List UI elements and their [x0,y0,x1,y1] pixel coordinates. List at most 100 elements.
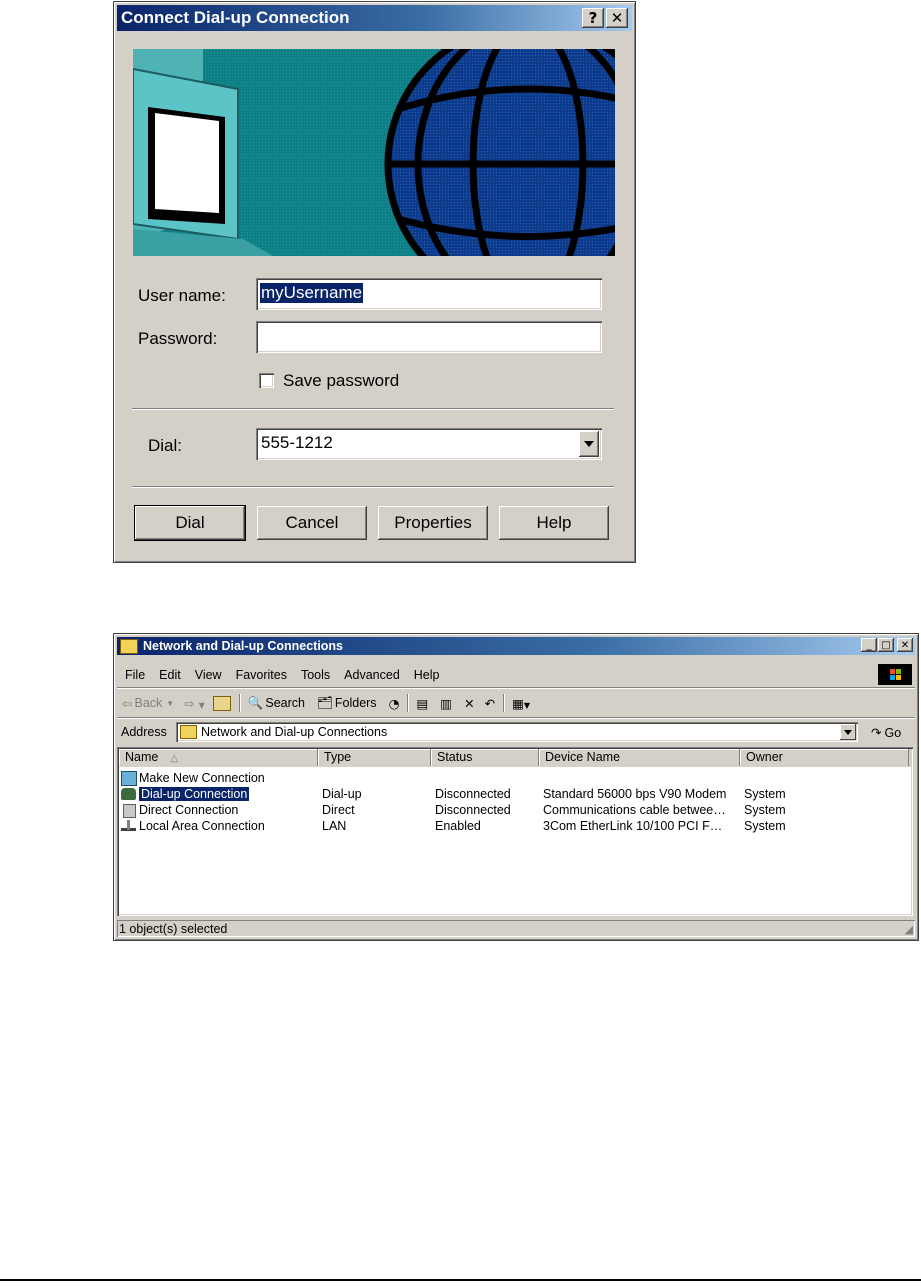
explorer-titlebar[interactable]: Network and Dial-up Connections _ □ ✕ [117,637,915,655]
dialog-separator [132,408,614,410]
dialog-separator-2 [132,486,614,488]
windows-logo-icon [878,664,912,685]
address-value: Network and Dial-up Connections [201,725,388,739]
folder-icon [180,725,197,739]
row-owner: System [744,787,786,801]
dialog-title: Connect Dial-up Connection [121,8,350,27]
row-status: Disconnected [435,803,511,817]
menu-advanced[interactable]: Advanced [344,668,400,682]
back-button[interactable]: ⇦ Back ▼ [122,696,174,711]
direct-cable-icon [123,804,136,818]
cancel-button[interactable]: Cancel [257,506,367,540]
go-label: Go [884,725,902,740]
menu-file[interactable]: File [125,668,145,682]
row-owner: System [744,819,786,833]
col-device-name[interactable]: Device Name [539,749,740,766]
folders-button[interactable]: 🗂 Folders [317,695,377,711]
row-status: Enabled [435,819,481,833]
col-name[interactable]: Name △ [119,749,318,766]
row-type: LAN [322,819,347,833]
copy-to-icon[interactable]: ▥ [440,696,452,711]
dial-button[interactable]: Dial [134,505,246,541]
username-field[interactable]: myUsername [256,278,602,310]
connections-list[interactable]: Name △ Type Status Device Name Owner Make… [117,747,913,916]
username-value: myUsername [260,283,364,303]
folder-icon [120,638,138,654]
row-status: Disconnected [435,787,511,801]
resize-grip-icon[interactable]: ◢ [905,923,913,936]
help-icon[interactable]: ? [582,8,604,28]
menu-edit[interactable]: Edit [159,668,181,682]
back-arrow-icon: ⇦ [122,695,133,711]
new-connection-icon [121,771,137,786]
history-icon[interactable]: ◔ [389,696,400,711]
go-arrow-icon: ↷ [871,725,882,740]
undo-icon[interactable]: ↶ [485,696,495,711]
sort-ascending-icon: △ [170,753,179,764]
col-owner[interactable]: Owner [740,749,909,766]
address-field[interactable]: Network and Dial-up Connections [176,722,858,742]
search-label: Search [265,696,305,710]
properties-button[interactable]: Properties [378,506,488,540]
close-icon[interactable]: ✕ [897,638,913,652]
list-item[interactable]: Dial-up Connection Dial-up Disconnected … [121,787,901,803]
menu-bar: File Edit View Favorites Tools Advanced … [125,668,454,682]
row-device: Communications cable betwee… [543,803,726,817]
up-folder-icon[interactable] [212,695,231,711]
toolbar-divider-2 [407,694,409,712]
folders-icon: 🗂 [317,695,333,710]
col-owner-label: Owner [746,750,783,764]
col-type-label: Type [324,750,352,764]
save-password-label[interactable]: Save password [283,371,399,391]
list-item[interactable]: Local Area Connection LAN Enabled 3Com E… [121,819,901,835]
save-password-checkbox[interactable] [259,373,274,388]
toolbar-divider-3 [503,694,505,712]
go-button[interactable]: ↷ Go [871,725,901,740]
menu-help[interactable]: Help [414,668,440,682]
column-header: Name △ Type Status Device Name Owner [119,749,911,767]
chevron-down-icon[interactable] [840,724,856,740]
search-icon: 🔍 [247,695,264,710]
views-icon[interactable]: ▦▼ [512,696,530,711]
col-type[interactable]: Type [318,749,431,766]
menu-view[interactable]: View [195,668,222,682]
forward-button[interactable]: ⇨ ▼ [184,696,205,711]
chevron-down-icon[interactable] [579,431,599,457]
row-device: Standard 56000 bps V90 Modem [543,787,727,801]
row-device: 3Com EtherLink 10/100 PCI F… [543,819,723,833]
menubar-separator [117,687,915,689]
col-status-label: Status [437,750,473,764]
delete-icon[interactable]: ✕ [464,696,474,711]
status-text: 1 object(s) selected [119,922,228,936]
chevron-down-icon: ▼ [166,698,175,708]
explorer-window: Network and Dial-up Connections _ □ ✕ Fi… [113,633,919,941]
toolbar: ⇦ Back ▼ ⇨ ▼ 🔍 Search 🗂 Folders ◔ ▤ ▥ ✕ … [122,694,530,712]
maximize-icon[interactable]: □ [878,638,894,652]
close-icon[interactable]: ✕ [606,8,628,28]
col-name-label: Name [125,750,159,764]
dialog-titlebar[interactable]: Connect Dial-up Connection ? ✕ [117,5,632,31]
move-to-icon[interactable]: ▤ [416,696,428,711]
dial-label: Dial: [148,436,183,455]
row-name: Local Area Connection [139,819,265,833]
minimize-icon[interactable]: _ [861,638,877,652]
page-bottom-rule [0,1279,921,1281]
search-button[interactable]: 🔍 Search [248,695,305,711]
dial-number-combobox[interactable]: 555-1212 [256,428,602,460]
list-item[interactable]: Direct Connection Direct Disconnected Co… [121,803,901,819]
password-label: Password: [138,329,218,348]
col-status[interactable]: Status [431,749,539,766]
lan-icon-stem [127,820,130,830]
explorer-title: Network and Dial-up Connections [143,639,344,653]
dialup-banner-image [133,49,615,256]
row-type: Dial-up [322,787,362,801]
menu-tools[interactable]: Tools [301,668,330,682]
password-field[interactable] [256,321,602,353]
list-item[interactable]: Make New Connection [121,771,901,787]
status-bar: 1 object(s) selected ◢ [117,920,915,937]
toolbar-separator [117,717,915,719]
username-label: User name: [138,286,226,305]
help-button[interactable]: Help [499,506,609,540]
menu-favorites[interactable]: Favorites [236,668,287,682]
dialup-phone-icon [121,788,136,800]
